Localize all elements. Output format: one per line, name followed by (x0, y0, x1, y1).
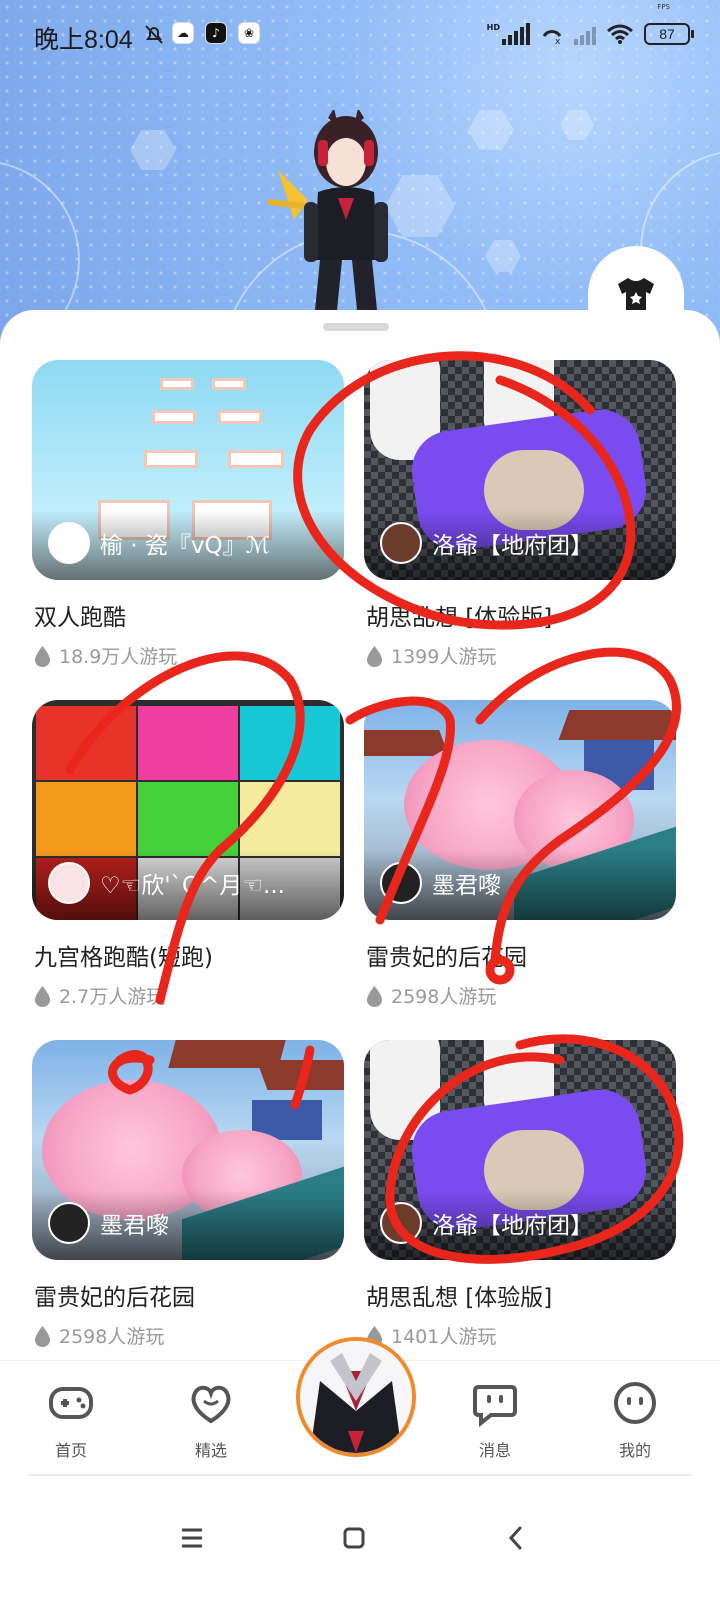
author-avatar (48, 1202, 90, 1244)
avatar-portrait (300, 1341, 412, 1453)
signal-weak-icon (574, 23, 596, 45)
play-count: 18.9万人游玩 (34, 642, 177, 669)
author-avatar (380, 1202, 422, 1244)
play-count-text: 2598人游玩 (59, 1326, 165, 1348)
game-title[interactable]: 双人跑酷 (34, 598, 126, 632)
game-title[interactable]: 胡思乱想 [体验版] (366, 1278, 552, 1312)
status-bar: 晚上8:04 ☁ ♪ ❀ FPS HD x 87 (0, 0, 720, 70)
svg-text:x: x (555, 37, 561, 46)
author-avatar (48, 522, 90, 564)
author-avatar (48, 862, 90, 904)
game-title[interactable]: 雷贵妃的后花园 (34, 1278, 195, 1312)
game-title[interactable]: 雷贵妃的后花园 (366, 938, 527, 972)
signal-icon (502, 23, 530, 45)
game-thumbnail[interactable]: ♡☜欣'`O^月☜... (32, 700, 344, 920)
battery-indicator: 87 (644, 23, 694, 45)
hd-label: HD (486, 22, 500, 32)
game-author[interactable]: ♡☜欣'`O^月☜... (48, 862, 332, 904)
play-count-text: 1399人游玩 (391, 646, 497, 668)
nav-mine-label: 我的 (618, 1441, 651, 1460)
game-author[interactable]: 墨君嚟 (48, 1202, 332, 1244)
wifi-icon (607, 24, 633, 44)
notification-app-icon: ☁ (172, 22, 194, 44)
smiley-icon (614, 1382, 656, 1424)
tiktok-notification-icon: ♪ (205, 22, 227, 44)
play-count: 2598人游玩 (366, 982, 496, 1009)
play-count: 2598人游玩 (34, 1322, 164, 1349)
back-icon[interactable] (494, 1516, 538, 1560)
game-thumbnail[interactable]: 墨君嚟 (364, 700, 676, 920)
author-name: 洛爺【地府团】 (432, 1213, 593, 1239)
system-navigation-bar (0, 1480, 720, 1600)
phone-missed-icon: x (542, 30, 562, 46)
nav-featured-label: 精选 (194, 1441, 227, 1460)
game-author[interactable]: 墨君嚟 (380, 862, 664, 904)
nav-home[interactable]: 首页 (26, 1379, 116, 1461)
profile-hero-banner: 晚上8:04 ☁ ♪ ❀ FPS HD x 87 (0, 0, 720, 360)
tshirt-icon (618, 278, 654, 310)
play-count: 1399人游玩 (366, 642, 496, 669)
game-thumbnail[interactable]: 榆 · 瓷『vQ』ℳ (32, 360, 344, 580)
author-avatar (380, 862, 422, 904)
nav-home-label: 首页 (54, 1441, 87, 1460)
game-author[interactable]: 洛爺【地府团】 (380, 1202, 664, 1244)
nav-mine[interactable]: 我的 (590, 1379, 680, 1461)
game-title[interactable]: 胡思乱想 [体验版] (366, 598, 552, 632)
game-thumbnail[interactable]: 墨君嚟 (32, 1040, 344, 1260)
game-title[interactable]: 九宫格跑酷(短跑) (34, 938, 213, 972)
nav-messages[interactable]: 消息 (450, 1379, 540, 1461)
play-count: 2.7万人游玩 (34, 982, 165, 1009)
flame-drop-icon (367, 645, 382, 667)
author-name: 洛爺【地府团】 (432, 533, 593, 559)
gamepad-icon (49, 1387, 93, 1419)
flame-drop-icon (367, 985, 382, 1007)
heart-bubble-icon (191, 1385, 231, 1424)
nav-featured[interactable]: 精选 (166, 1379, 256, 1461)
home-square-icon[interactable] (332, 1516, 376, 1560)
game-thumbnail[interactable]: 洛爺【地府团】 (364, 1040, 676, 1260)
nav-messages-label: 消息 (478, 1441, 511, 1460)
game-feed-sheet[interactable]: 榆 · 瓷『vQ』ℳ 双人跑酷 18.9万人游玩 洛爺【地府团】 胡思乱想 [体… (0, 310, 720, 1360)
game-author[interactable]: 洛爺【地府团】 (380, 522, 664, 564)
flame-drop-icon (35, 645, 50, 667)
play-count-text: 18.9万人游玩 (59, 646, 178, 668)
flame-drop-icon (35, 1325, 50, 1347)
game-author[interactable]: 榆 · 瓷『vQ』ℳ (48, 522, 332, 564)
chat-bubble-icon (473, 1385, 517, 1428)
fps-label: FPS (657, 3, 670, 11)
flame-drop-icon (35, 985, 50, 1007)
status-time: 晚上8:04 (34, 26, 133, 54)
sheet-drag-handle[interactable] (323, 323, 389, 331)
bell-muted-icon (145, 25, 163, 44)
game-thumbnail[interactable]: 洛爺【地府团】 (364, 360, 676, 580)
status-right-group: HD x 87 (486, 18, 694, 50)
menu-icon[interactable] (170, 1516, 214, 1560)
author-name: ♡☜欣'`O^月☜... (100, 873, 285, 899)
play-count-text: 2.7万人游玩 (59, 986, 166, 1008)
notification-app-icon: ❀ (238, 22, 260, 44)
nav-divider (28, 1474, 692, 1476)
play-count-text: 2598人游玩 (391, 986, 497, 1008)
center-avatar-button[interactable] (296, 1337, 416, 1457)
author-name: 墨君嚟 (100, 1213, 169, 1239)
author-avatar (380, 522, 422, 564)
author-name: 墨君嚟 (432, 873, 501, 899)
bottom-navigation: 首页 精选 消息 我的 (0, 1337, 720, 1480)
play-count-text: 1401人游玩 (391, 1326, 497, 1348)
author-name: 榆 · 瓷『vQ』ℳ (100, 533, 271, 559)
player-avatar-character[interactable] (268, 110, 418, 320)
